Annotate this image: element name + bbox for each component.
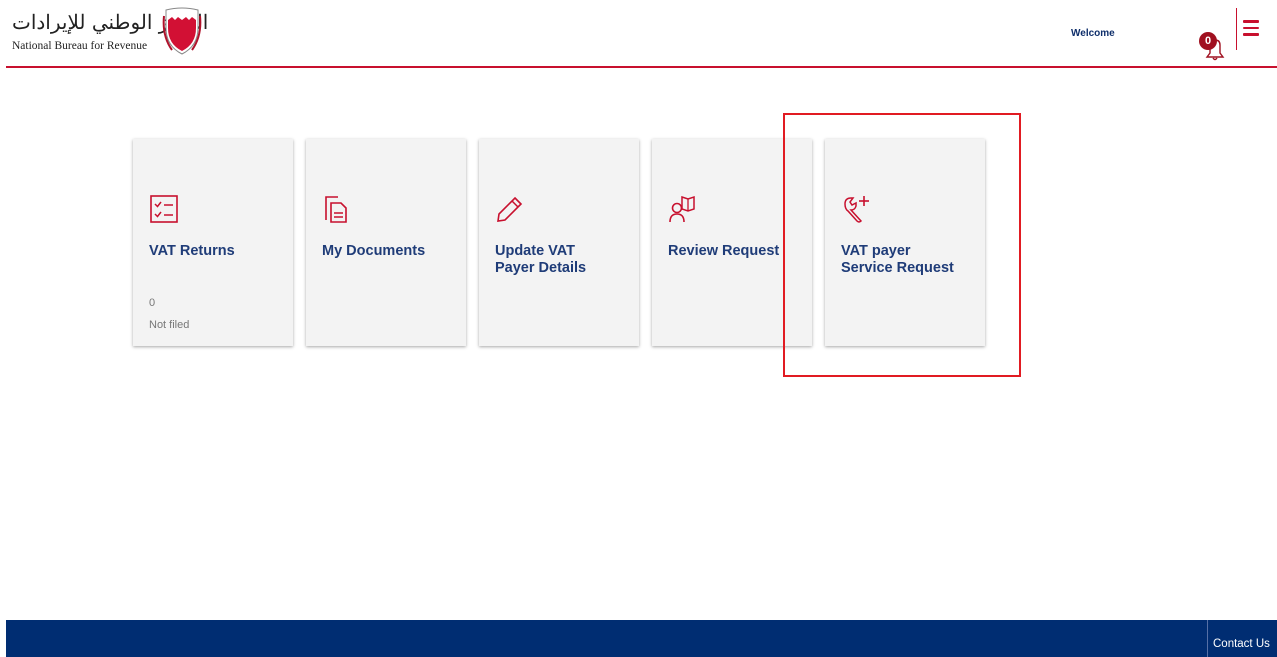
pencil-icon: [497, 196, 523, 222]
logo-english-text: National Bureau for Revenue: [12, 40, 148, 52]
header-divider: [1236, 8, 1237, 50]
page: الجهاز الوطني للإيرادات National Bureau …: [0, 0, 1277, 657]
tile-update-vat-payer-details[interactable]: Update VAT Payer Details: [479, 139, 639, 346]
tile-title: Review Request: [668, 243, 780, 259]
footer-divider: [1207, 620, 1208, 657]
tile-vat-payer-service-request[interactable]: VAT payer Service Request: [825, 139, 985, 346]
header-separator: [6, 66, 1277, 68]
tile-title: My Documents: [322, 243, 426, 259]
tile-title: Update VAT Payer Details: [495, 243, 587, 276]
header: الجهاز الوطني للإيرادات National Bureau …: [0, 0, 1277, 68]
documents-icon: [325, 196, 347, 223]
nbr-logo[interactable]: الجهاز الوطني للإيرادات National Bureau …: [10, 6, 208, 60]
tile-status: Not filed: [149, 319, 190, 331]
notification-count-badge: 0: [1199, 32, 1217, 50]
person-book-icon: [669, 195, 695, 223]
checklist-icon: [150, 195, 178, 223]
tile-count: 0: [149, 297, 156, 309]
tile-review-request[interactable]: Review Request: [652, 139, 812, 346]
footer: Contact Us: [6, 620, 1277, 657]
wrench-plus-icon: [844, 196, 869, 223]
bahrain-emblem-icon: [162, 7, 202, 55]
tile-my-documents[interactable]: My Documents: [306, 139, 466, 346]
tile-vat-returns[interactable]: VAT Returns 0 Not filed: [133, 139, 293, 346]
tile-title: VAT Returns: [149, 243, 235, 259]
contact-us-link[interactable]: Contact Us: [1213, 638, 1270, 650]
tile-title: VAT payer Service Request: [841, 243, 954, 276]
hamburger-menu-icon[interactable]: [1243, 20, 1263, 38]
welcome-text: Welcome: [1071, 28, 1115, 39]
notifications-button[interactable]: 0: [1196, 32, 1226, 64]
